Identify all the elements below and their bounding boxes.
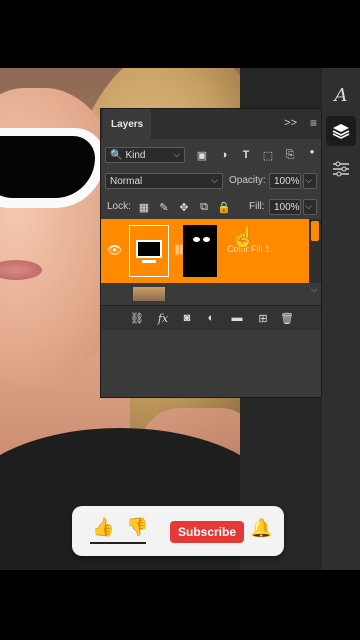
adjustment-filter-icon[interactable]: ◑ xyxy=(217,148,231,162)
monitor-base xyxy=(142,260,156,263)
monitor-icon xyxy=(136,240,162,258)
chevron-down-icon: ⌵ xyxy=(173,149,180,159)
video-frame: A Layers >> ≡ 🔍 Kind ⌵ ▣ ◑ T ⬚ ⎘ ● Norma… xyxy=(0,68,360,570)
opacity-input[interactable]: 100% xyxy=(269,173,301,189)
add-mask-icon[interactable]: ◙ xyxy=(179,310,195,326)
layer-mask-thumbnail[interactable] xyxy=(183,225,217,277)
eye-icon[interactable]: 👁 xyxy=(107,243,122,257)
bell-icon[interactable]: 🔔 xyxy=(250,518,272,539)
like-underline xyxy=(90,542,146,544)
new-group-icon[interactable]: ▬ xyxy=(229,310,245,326)
fill-dropdown[interactable]: ⌵ xyxy=(303,199,317,215)
scrollbar-thumb[interactable] xyxy=(311,221,319,241)
hand-cursor-icon: ☝ xyxy=(231,227,256,249)
trash-icon[interactable]: 🗑 xyxy=(279,310,295,326)
thumbs-down-icon[interactable]: 👎 xyxy=(126,517,148,538)
filter-kind-select[interactable]: 🔍 Kind ⌵ xyxy=(105,147,185,163)
type-icon[interactable]: A xyxy=(326,80,356,110)
layers-scrollbar[interactable] xyxy=(309,219,321,283)
expand-icon[interactable]: >> xyxy=(284,117,297,129)
chevron-down-icon: ⌵ xyxy=(305,175,312,185)
lock-label: Lock: xyxy=(107,201,131,212)
type-filter-icon[interactable]: T xyxy=(239,148,253,162)
layer-row-photo[interactable] xyxy=(101,285,307,301)
lock-position-icon[interactable]: ✥ xyxy=(177,200,191,214)
fill-label: Fill: xyxy=(249,201,265,212)
panel-menu-icon[interactable]: ≡ xyxy=(310,116,317,130)
adjustments-icon[interactable] xyxy=(326,154,356,184)
fill-input[interactable]: 100% xyxy=(269,199,301,215)
opacity-dropdown[interactable]: ⌵ xyxy=(303,173,317,189)
lock-artboard-icon[interactable]: ⧉ xyxy=(197,200,211,214)
smart-object-filter-icon[interactable]: ⎘ xyxy=(283,148,297,162)
subscribe-bar: 👍 👎 Subscribe 🔔 xyxy=(72,506,284,556)
photo-layer-thumbnail xyxy=(133,287,165,301)
filter-kind-value: Kind xyxy=(125,149,146,161)
right-tool-strip: A xyxy=(322,68,360,570)
mask-dot xyxy=(193,237,200,242)
layer-thumbnail xyxy=(129,225,169,277)
pixel-filter-icon[interactable]: ▣ xyxy=(195,148,209,162)
lock-pixels-icon[interactable]: ▦ xyxy=(137,200,151,214)
blend-mode-select[interactable]: Normal ⌵ xyxy=(105,173,223,189)
layers-icon[interactable] xyxy=(326,116,356,146)
scroll-down-icon[interactable]: ⌵ xyxy=(311,285,317,295)
chevron-down-icon: ⌵ xyxy=(305,201,312,211)
lock-paint-icon[interactable]: ✎ xyxy=(157,200,171,214)
blend-mode-value: Normal xyxy=(110,175,143,187)
new-layer-icon[interactable]: ⊞ xyxy=(255,310,271,326)
thumbs-up-icon[interactable]: 👍 xyxy=(92,517,114,538)
panel-header: Layers >> ≡ xyxy=(101,109,321,139)
mask-dot xyxy=(203,237,210,242)
subscribe-button[interactable]: Subscribe xyxy=(170,521,244,543)
layers-panel: Layers >> ≡ 🔍 Kind ⌵ ▣ ◑ T ⬚ ⎘ ● Normal … xyxy=(100,108,322,398)
link-layers-icon[interactable]: ⛓ xyxy=(129,310,145,326)
fx-icon[interactable]: fx xyxy=(155,310,171,326)
shape-filter-icon[interactable]: ⬚ xyxy=(261,148,275,162)
layer-row-color-fill[interactable]: 👁 ⛓ Color Fill 1 ☝ xyxy=(101,219,311,283)
layers-tab[interactable]: Layers xyxy=(103,109,152,139)
layers-bottom-bar: ⛓ fx ◙ ◐ ▬ ⊞ 🗑 xyxy=(101,305,321,330)
new-adjustment-icon[interactable]: ◐ xyxy=(203,310,219,326)
filter-toggle-icon[interactable]: ● xyxy=(305,144,319,158)
opacity-label: Opacity: xyxy=(229,175,266,186)
lock-all-icon[interactable]: 🔒 xyxy=(217,200,231,214)
search-icon: 🔍 xyxy=(110,149,123,161)
chevron-down-icon: ⌵ xyxy=(211,175,218,185)
